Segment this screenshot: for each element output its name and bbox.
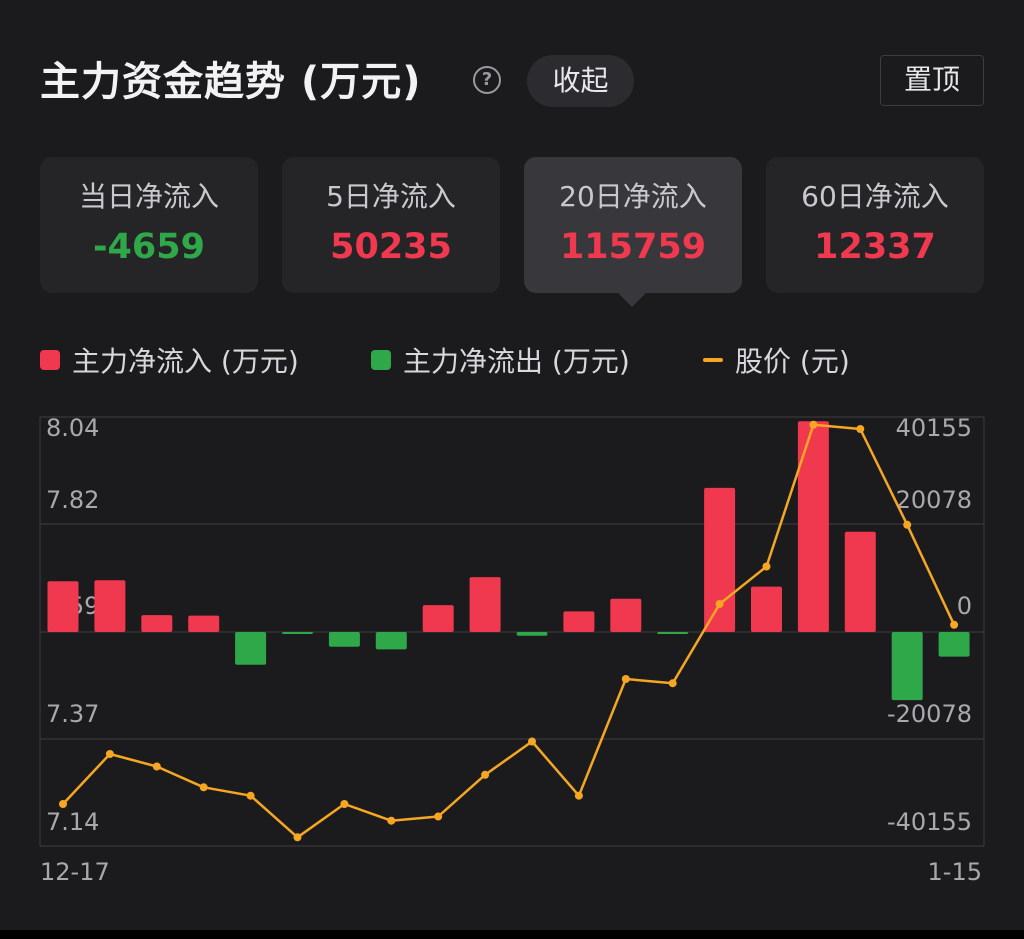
price-point [528,737,536,746]
inflow-bar [94,580,126,632]
x-end-date: 1-15 [927,858,982,886]
price-point [809,420,818,429]
price-point [199,783,208,792]
left-axis-tick: 7.37 [46,700,99,728]
price-point [152,762,161,771]
price-point [621,675,630,683]
outflow-bar [328,632,360,647]
money-flow-panel: 主力资金趋势 (万元) ? 收起 置顶 当日净流入 -4659 5日净流入 50… [0,0,1024,939]
inflow-bar [563,611,595,632]
left-axis-tick: 7.82 [46,486,99,514]
left-axis-tick: 7.14 [46,808,99,836]
price-point [293,833,302,842]
outflow-bar [375,632,407,650]
inflow-bar [751,586,782,632]
right-axis-tick: 0 [957,592,972,620]
outflow-bar [938,632,970,657]
price-point [856,425,865,433]
right-axis-tick: 20078 [896,486,972,514]
inflow-bar [704,487,736,632]
price-point [668,679,677,688]
outflow-bar [516,632,548,636]
right-axis-tick: -40155 [887,808,972,836]
inflow-bar [47,581,79,632]
price-point [762,562,771,571]
price-point [950,620,959,629]
price-point [340,800,349,808]
price-point [903,520,912,529]
inflow-bar [422,605,454,632]
inflow-bar [844,531,876,632]
left-axis-tick: 8.04 [46,414,99,442]
price-point [387,816,396,825]
right-axis-tick: 40155 [896,414,972,442]
price-point [574,791,583,800]
inflow-bar [141,615,173,632]
outflow-bar [235,632,267,665]
bottom-edge [0,930,1024,939]
inflow-bar [797,421,829,632]
price-point [434,812,443,821]
price-point [715,600,724,608]
inflow-bar [188,615,220,632]
price-point [246,791,255,800]
inflow-bar [610,598,642,632]
inflow-bar [469,577,501,632]
outflow-bar [282,632,313,634]
price-point [481,770,490,779]
money-flow-chart[interactable]: 8.047.827.597.377.1440155200780-20078-40… [0,0,1024,939]
outflow-bar [891,632,923,701]
outflow-bar [657,632,689,634]
x-start-date: 12-17 [40,858,110,886]
price-point [59,800,67,808]
right-axis-tick: -20078 [887,700,972,728]
price-point [105,750,114,758]
